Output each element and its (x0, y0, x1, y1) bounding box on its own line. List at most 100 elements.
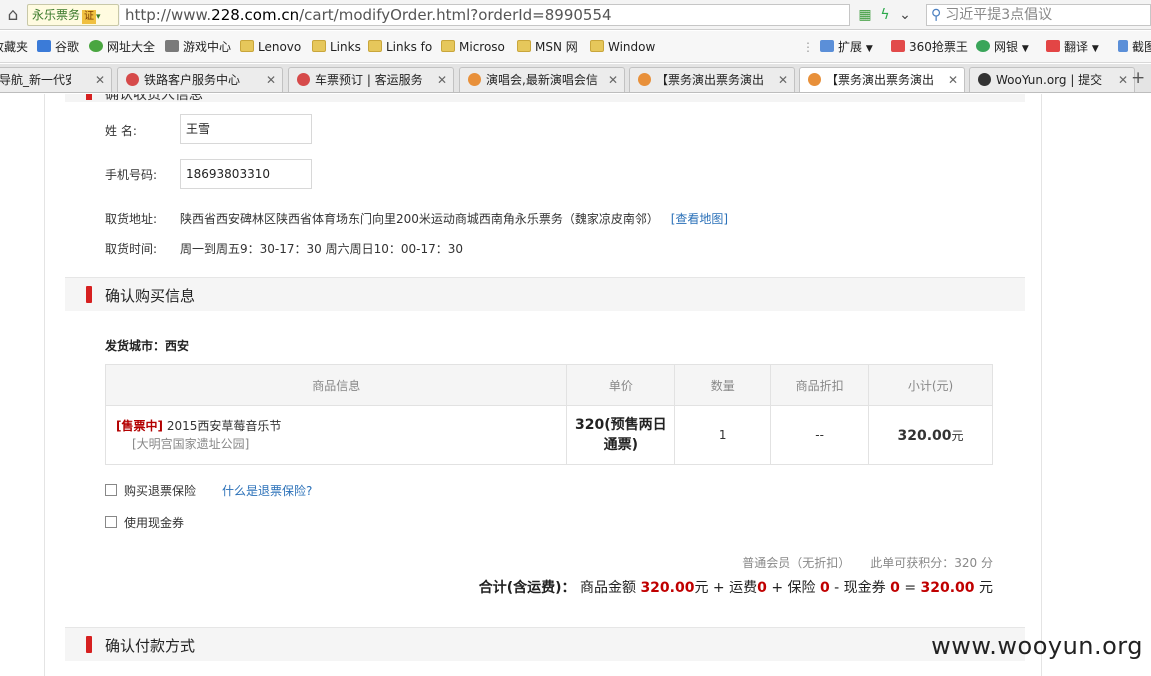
bookmark-label: Microso (459, 40, 505, 54)
subtotal-cell: 320.00元 (868, 405, 993, 465)
name-field[interactable]: 王雪 (180, 114, 312, 144)
certificate-icon[interactable]: 证 (82, 10, 97, 24)
insurance-amount: 0 (819, 580, 830, 596)
tab-label: 【票务演出票务演出 (656, 73, 765, 87)
close-icon[interactable]: ✕ (95, 68, 105, 92)
bookmark-favorites[interactable]: 收藏夹 (0, 38, 28, 56)
tab-railway-service[interactable]: 铁路客户服务中心 ✕ (117, 67, 283, 92)
column-header: 商品折扣 (770, 364, 870, 406)
phone-field[interactable]: 18693803310 (180, 159, 312, 189)
site-identity-badge[interactable]: 永乐票务证 ▾ (27, 4, 119, 26)
member-points-line: 普通会员（无折扣） 此单可获积分：320 分 (742, 554, 993, 571)
tab-ticketing-1[interactable]: 【票务演出票务演出 ✕ (629, 67, 795, 92)
url-path: /cart/modifyOrder.html?orderId=8990554 (299, 6, 612, 24)
google-icon (37, 40, 51, 52)
discount-cell: -- (770, 405, 870, 465)
new-tab-icon[interactable]: + (1131, 67, 1147, 89)
toolbar-label: 翻译 (1064, 40, 1089, 54)
folder-icon (240, 40, 254, 52)
toolbar-extensions[interactable]: 扩展 ▼ (820, 38, 873, 56)
lightning-icon[interactable]: ϟ (875, 5, 895, 25)
section-header-receiver: 确认收货人信息 (65, 94, 1025, 103)
insurance-option: 购买退票保险 什么是退票保险? (105, 482, 312, 499)
chevron-down-icon: ▼ (1091, 44, 1099, 54)
subtotal-amount: 320.00 (897, 427, 952, 444)
bookmark-msn[interactable]: MSN 网 (517, 38, 578, 56)
points-earned: 此单可获积分：320 分 (870, 556, 993, 570)
view-map-link[interactable]: [查看地图] (671, 212, 728, 226)
voucher-checkbox[interactable] (105, 516, 117, 528)
toolbar-translate[interactable]: 翻译 ▼ (1046, 38, 1099, 56)
final-amount: 320.00 (920, 580, 975, 596)
goods-label: 商品金额 (579, 580, 636, 596)
close-icon[interactable]: ✕ (948, 68, 958, 92)
bookmark-label: 游戏中心 (183, 40, 232, 54)
ticket-icon (891, 40, 905, 52)
bookmark-game-center[interactable]: 游戏中心 (165, 38, 231, 56)
close-icon[interactable]: ✕ (266, 68, 276, 92)
dropdown-chevron-icon[interactable]: ⌄ (895, 5, 915, 25)
close-icon[interactable]: ✕ (608, 68, 618, 92)
table-row: [售票中] 2015西安草莓音乐节 [大明宫国家遗址公园] 320(预售两日 通… (104, 405, 993, 465)
search-text: 习近平提3点倡议 (945, 7, 1053, 23)
tab-concert-info[interactable]: 演唱会,最新演唱会信 ✕ (459, 67, 625, 92)
tab-nav-safe[interactable]: 导航_新一代安全 ✕ (0, 67, 112, 92)
product-venue: [大明宫国家遗址公园] (132, 437, 250, 451)
toolbar-label: 截图 (1132, 40, 1151, 54)
bookmark-label: Links (330, 40, 361, 54)
tab-ticket-booking[interactable]: 车票预订 | 客运服务 ✕ (288, 67, 454, 92)
bookmark-label: 收藏夹 (0, 40, 29, 54)
insurance-checkbox[interactable] (105, 484, 117, 496)
voucher-option: 使用现金券 (105, 514, 184, 531)
section-marker (86, 94, 92, 100)
subtotal-unit: 元 (951, 428, 964, 443)
url-input[interactable]: http://www.228.com.cn/cart/modifyOrder.h… (120, 4, 850, 26)
name-label: 姓 名: (105, 124, 137, 138)
url-prefix: http://www. (125, 6, 212, 24)
home-icon[interactable]: ⌂ (3, 5, 23, 25)
shipping-label: 运费 (729, 580, 758, 596)
search-icon[interactable]: ⚲ (931, 7, 941, 23)
insurance-label[interactable]: 购买退票保险 (124, 484, 196, 498)
column-header: 单价 (566, 364, 676, 406)
toolbar-ticket-robber[interactable]: 360抢票王 (891, 38, 968, 56)
close-icon[interactable]: ✕ (1118, 68, 1128, 92)
bookmark-site-nav[interactable]: 网址大全 (89, 38, 155, 56)
bookmark-windows[interactable]: Window (590, 38, 655, 56)
pickup-time-value: 周一到周五9：30-17：30 周六周日10：00-17：30 (180, 242, 463, 256)
quantity-cell: 1 (674, 405, 772, 465)
insurance-help-link[interactable]: 什么是退票保险? (222, 484, 312, 498)
bookmarks-bar: 收藏夹 谷歌 网址大全 游戏中心 Lenovo Links Links fo M… (0, 31, 1151, 63)
bookmark-links[interactable]: Links (312, 38, 361, 56)
tab-wooyun[interactable]: WooYun.org | 提交 ✕ (969, 67, 1135, 92)
column-header: 小计(元) (868, 364, 993, 406)
bookmark-google[interactable]: 谷歌 (37, 38, 79, 56)
wooyun-icon (978, 73, 991, 86)
bookmark-links-for[interactable]: Links fo (368, 38, 432, 56)
yongle-icon (638, 73, 651, 86)
toolbar-divider: ⋮ (802, 40, 814, 54)
bookmark-microsoft[interactable]: Microso (441, 38, 505, 56)
plus-sign: + (712, 580, 725, 596)
railway-icon (126, 73, 139, 86)
url-host: 228.com.cn (211, 6, 300, 24)
extension-icon (820, 40, 834, 52)
close-icon[interactable]: ✕ (437, 68, 447, 92)
qr-code-icon[interactable]: ▦ (855, 5, 875, 25)
yongle-icon (468, 73, 481, 86)
chevron-down-icon[interactable]: ▾ (96, 12, 101, 22)
member-level: 普通会员（无折扣） (742, 556, 851, 570)
search-input[interactable]: ⚲ 习近平提3点倡议 (926, 4, 1151, 26)
toolbar-screenshot[interactable]: 截图 (1118, 38, 1151, 56)
order-items-table: 商品信息 单价 数量 商品折扣 小计(元) [售票中] 2015西安草莓音乐节 … (104, 364, 993, 465)
product-name-link[interactable]: 2015西安草莓音乐节 (167, 419, 282, 433)
close-icon[interactable]: ✕ (778, 68, 788, 92)
tab-ticketing-active[interactable]: 【票务演出票务演出 ✕ (799, 67, 965, 92)
bookmark-label: Links fo (386, 40, 433, 54)
tab-strip: 导航_新一代安全 ✕ 铁路客户服务中心 ✕ 车票预订 | 客运服务 ✕ 演唱会,最新演… (0, 64, 1151, 93)
voucher-label[interactable]: 使用现金券 (124, 516, 184, 530)
tab-label: 演唱会,最新演唱会信 (486, 73, 598, 87)
toolbar-bank[interactable]: 网银 ▼ (976, 38, 1029, 56)
bookmark-lenovo[interactable]: Lenovo (240, 38, 301, 56)
shipping-city: 发货城市：西安 (105, 339, 190, 353)
